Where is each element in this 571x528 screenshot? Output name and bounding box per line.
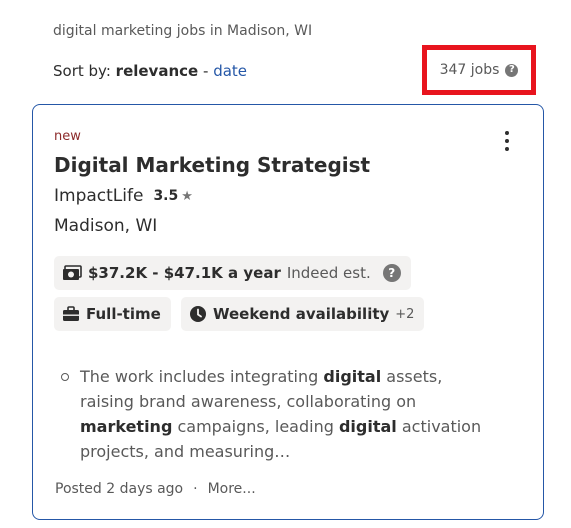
salary-range: $37.2K - $47.1K a year [88, 264, 281, 282]
posted-date: Posted 2 days ago [55, 481, 184, 497]
salary-estimate-note: Indeed est. [286, 264, 371, 282]
job-type-text: Full-time [86, 305, 161, 323]
sort-label: Sort by: [53, 62, 111, 80]
company-rating: 3.5 ★ [153, 188, 192, 204]
money-icon [62, 265, 82, 281]
job-location: Madison, WI [54, 216, 158, 236]
bullet-icon [61, 373, 69, 381]
sort-separator: - [202, 62, 209, 80]
job-count-text: 347 jobs [439, 62, 500, 78]
sort-by-date-link[interactable]: date [213, 62, 247, 80]
company-row: ImpactLife 3.5 ★ [54, 186, 193, 206]
job-footer: Posted 2 days ago · More... [55, 481, 256, 497]
more-link[interactable]: More... [208, 481, 256, 497]
job-type-chip: Full-time [54, 297, 171, 331]
company-name: ImpactLife [54, 186, 144, 206]
search-context-text: digital marketing jobs in Madison, WI [53, 23, 313, 39]
schedule-chip: Weekend availability +2 [181, 297, 425, 331]
footer-separator: · [193, 481, 198, 497]
job-results-page: digital marketing jobs in Madison, WI So… [0, 0, 571, 528]
schedule-text: Weekend availability [213, 305, 390, 323]
kebab-menu-icon[interactable] [497, 131, 517, 157]
briefcase-icon [62, 306, 80, 322]
star-icon: ★ [181, 188, 193, 204]
clock-icon [189, 305, 207, 323]
rating-value: 3.5 [153, 188, 179, 204]
sort-controls: Sort by: relevance - date [53, 62, 247, 80]
schedule-more-count[interactable]: +2 [395, 307, 414, 322]
new-badge: new [54, 129, 81, 144]
job-card[interactable]: new Digital Marketing Strategist ImpactL… [32, 104, 544, 520]
help-icon[interactable]: ? [505, 63, 519, 77]
sort-relevance: relevance [115, 62, 199, 80]
job-title-link[interactable]: Digital Marketing Strategist [54, 153, 370, 177]
salary-help-icon[interactable]: ? [382, 264, 401, 282]
job-snippet: The work includes integrating digital as… [80, 367, 482, 461]
salary-chip: $37.2K - $47.1K a year Indeed est. ? [54, 256, 411, 290]
job-count-badge: 347 jobs ? [422, 45, 536, 95]
